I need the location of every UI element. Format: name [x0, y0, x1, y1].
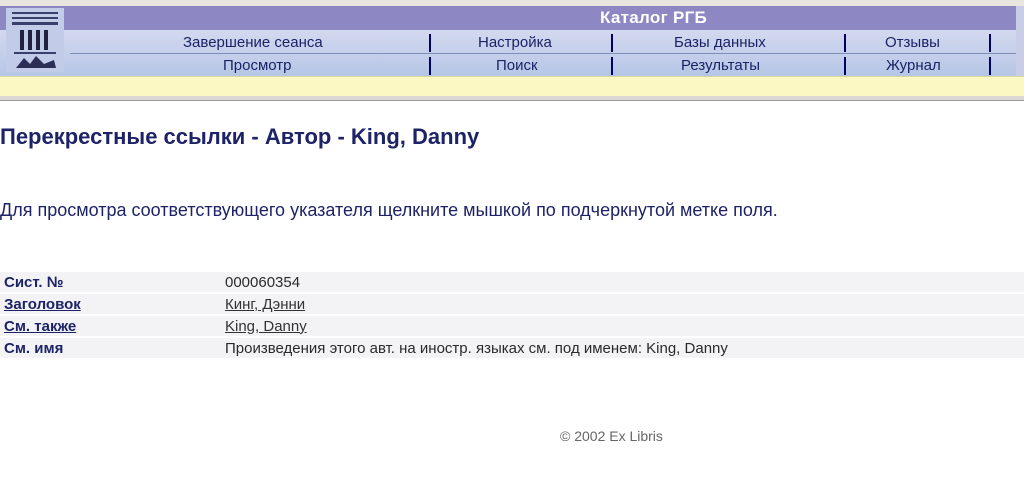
nav-row-2: Просмотр Поиск Результаты Журнал	[0, 55, 1016, 77]
copyright-footer: © 2002 Ex Libris	[560, 428, 663, 444]
field-value-see-also-cell: King, Danny	[221, 316, 1024, 336]
nav-results[interactable]: Результаты	[681, 57, 760, 74]
record-table: Сист. № 000060354 Заголовок Кинг, Дэнни …	[0, 270, 1024, 360]
nav-separator	[429, 57, 431, 75]
field-label-system-number: Сист. №	[0, 272, 221, 292]
header-rule	[0, 96, 1024, 101]
field-value-system-number: 000060354	[221, 272, 1024, 292]
nav-history[interactable]: Журнал	[886, 57, 941, 74]
nav-end-session[interactable]: Завершение сеанса	[183, 34, 323, 51]
field-value-heading-cell: Кинг, Дэнни	[221, 294, 1024, 314]
table-row: Заголовок Кинг, Дэнни	[0, 294, 1024, 314]
nav-separator	[989, 34, 991, 52]
nav-separator	[611, 34, 613, 52]
field-label-see-name: См. имя	[0, 338, 221, 358]
nav-separator	[844, 57, 846, 75]
field-value-heading-link[interactable]: Кинг, Дэнни	[225, 296, 305, 313]
nav-menu: Завершение сеанса Настройка Базы данных …	[0, 30, 1016, 76]
field-label-see-also-link[interactable]: См. также	[4, 318, 76, 335]
field-label-heading-cell: Заголовок	[0, 294, 221, 314]
nav-separator	[429, 34, 431, 52]
field-label-see-also-cell: См. также	[0, 316, 221, 336]
page-title: Перекрестные ссылки - Автор - King, Dann…	[0, 124, 480, 149]
nav-search[interactable]: Поиск	[496, 57, 538, 74]
nav-row-1: Завершение сеанса Настройка Базы данных …	[0, 32, 1016, 54]
field-value-see-also-link[interactable]: King, Danny	[225, 318, 307, 335]
catalog-title: Каталог РГБ	[600, 8, 708, 27]
nav-separator	[611, 57, 613, 75]
nav-feedback[interactable]: Отзывы	[885, 34, 940, 51]
nav-browse[interactable]: Просмотр	[223, 57, 292, 74]
nav-separator	[989, 57, 991, 75]
table-row: См. также King, Danny	[0, 316, 1024, 336]
status-band	[0, 76, 1024, 97]
nav-databases[interactable]: Базы данных	[674, 34, 766, 51]
nav-settings[interactable]: Настройка	[478, 34, 552, 51]
field-value-see-name: Произведения этого авт. на иностр. языка…	[221, 338, 1024, 358]
title-band: Каталог РГБ	[0, 6, 1024, 30]
table-row: Сист. № 000060354	[0, 272, 1024, 292]
nav-separator	[844, 34, 846, 52]
library-logo-icon[interactable]	[6, 8, 64, 72]
table-row: См. имя Произведения этого авт. на иност…	[0, 338, 1024, 358]
field-label-heading-link[interactable]: Заголовок	[4, 296, 81, 313]
instruction-text: Для просмотра соответствующего указателя…	[0, 200, 778, 220]
